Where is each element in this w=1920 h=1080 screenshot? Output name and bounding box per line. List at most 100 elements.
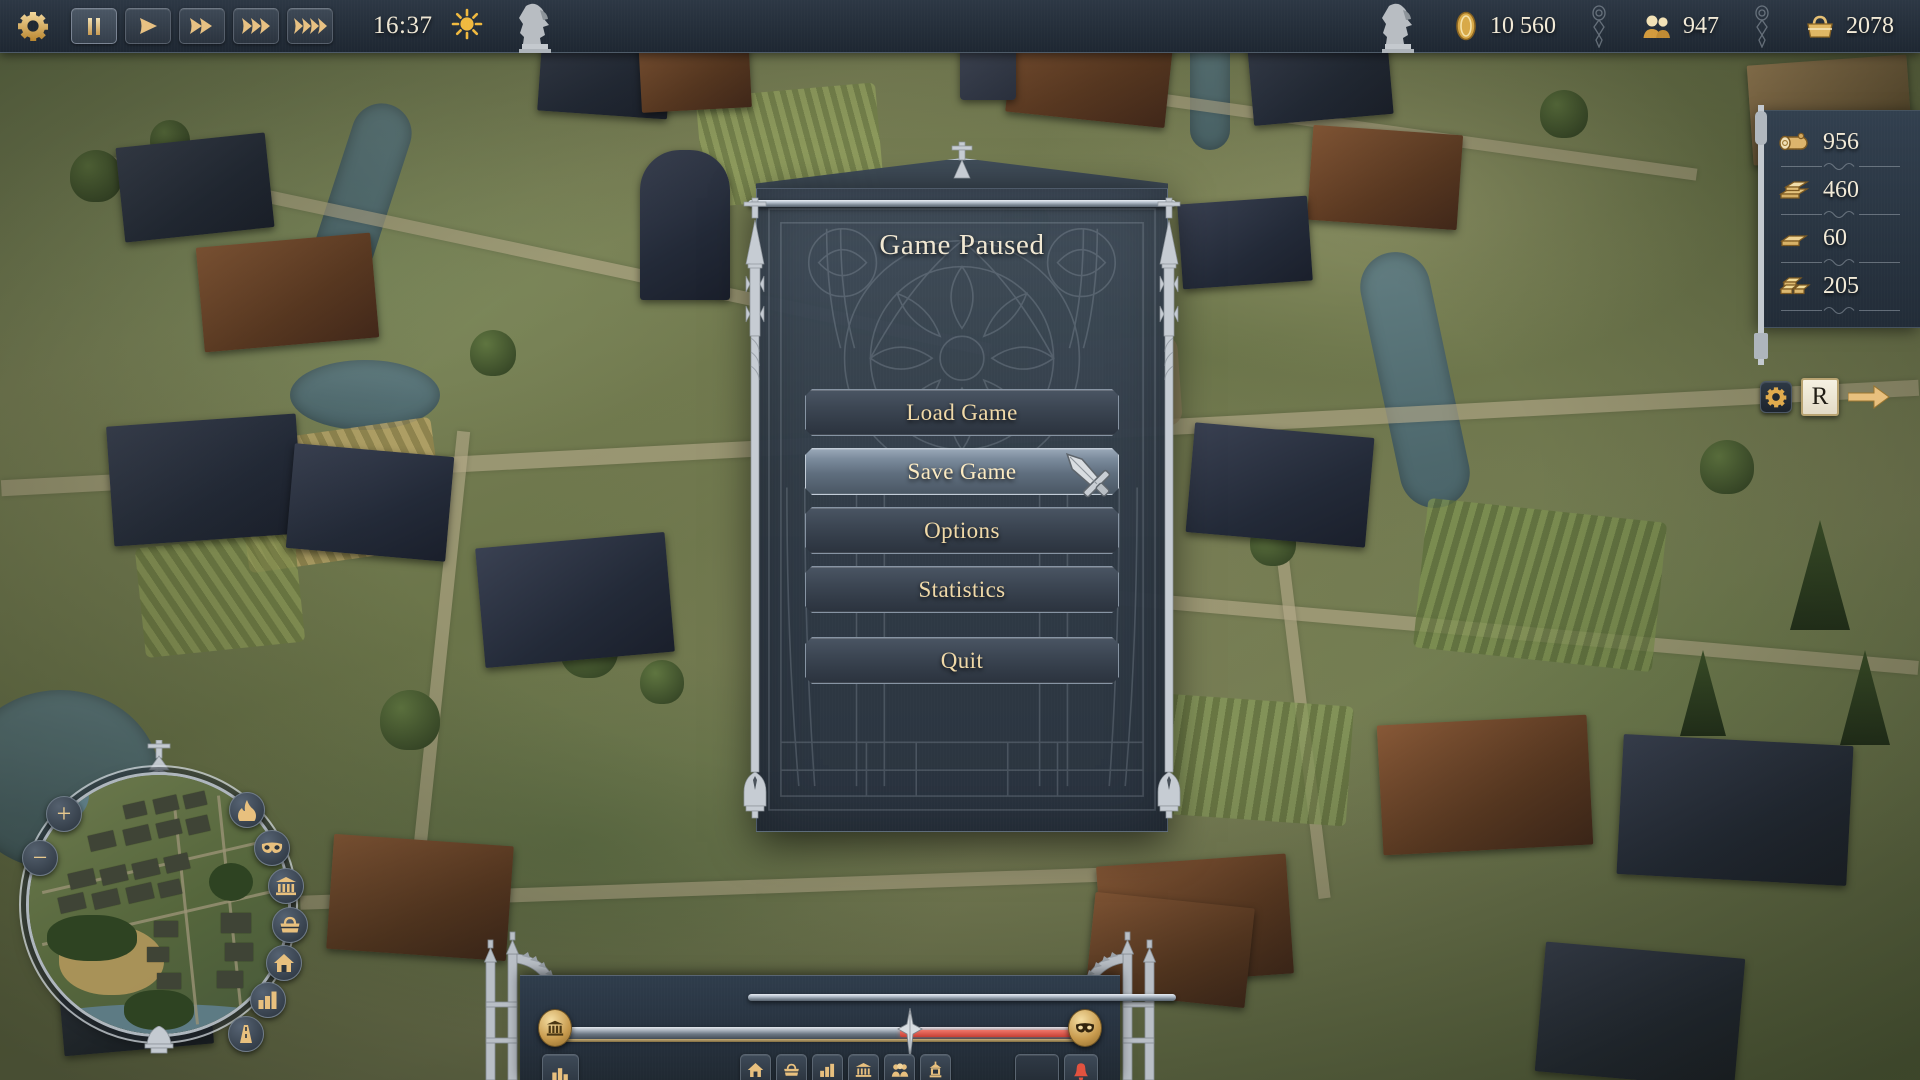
culture-layer-button[interactable] [268, 868, 304, 904]
sun-icon [452, 8, 483, 39]
industry-button[interactable] [812, 1054, 843, 1080]
pause-button[interactable] [71, 8, 117, 44]
minimap-trees [209, 863, 253, 901]
population-resource[interactable]: 947 [1616, 0, 1745, 52]
minimap-trees [124, 990, 194, 1030]
divider-flourish-icon [1781, 210, 1900, 218]
gargoyle-statue-icon [519, 3, 552, 53]
minimap-building [131, 858, 161, 880]
house-icon [274, 954, 294, 972]
people-icon [891, 1062, 908, 1077]
log-icon [1779, 132, 1808, 151]
statistics-chart-button[interactable] [542, 1054, 579, 1080]
bottom-center-icons [740, 1054, 951, 1080]
bar-chart-icon [820, 1063, 835, 1077]
pause-icon [88, 17, 100, 35]
divider-flourish-icon [1781, 162, 1900, 170]
resource-panel: 956 460 60 205 [1754, 105, 1920, 365]
save-game-label: Save Game [907, 458, 1017, 484]
minimap-zoom-in-button[interactable]: + [46, 796, 82, 832]
rotate-key-badge: R [1801, 378, 1839, 416]
gold-bars-value: 205 [1823, 272, 1859, 299]
roads-layer-button[interactable] [228, 1016, 264, 1052]
game-clock: 16:37 [373, 12, 433, 39]
temple-icon [276, 877, 296, 896]
mask-icon [261, 842, 283, 853]
housing-layer-button[interactable] [266, 945, 302, 981]
speed-2x-button[interactable] [179, 8, 225, 44]
settings-gear-button[interactable] [15, 8, 51, 44]
ingot-icon [1779, 235, 1809, 247]
statistics-button[interactable]: Statistics [805, 566, 1119, 613]
page-title: Game Paused [879, 229, 1045, 261]
basket-icon [280, 916, 300, 933]
load-game-button[interactable]: Load Game [805, 389, 1119, 436]
industry-layer-button[interactable] [250, 982, 286, 1018]
resource-row-planks[interactable]: 460 [1761, 173, 1920, 207]
gargoyle-statue-left [506, 0, 564, 53]
minimap-building [99, 864, 129, 886]
gear-icon [18, 12, 48, 41]
approval-slider-track[interactable] [555, 1027, 1085, 1039]
resource-row-gold-bars[interactable]: 205 [1761, 269, 1920, 303]
top-bar: 16:37 10 560 947 2078 [0, 0, 1920, 53]
resource-row-logs[interactable]: 956 [1761, 125, 1920, 159]
bell-alert-icon [1074, 1062, 1088, 1080]
goods-layer-button[interactable] [272, 907, 308, 943]
gold-resource[interactable]: 10 560 [1427, 0, 1582, 52]
ornament-divider [1745, 4, 1779, 48]
minimap-zoom-out-button[interactable]: − [22, 840, 58, 876]
pause-menu-list: Load Game Save Game Options Statistics Q… [805, 389, 1119, 696]
minimap-building [122, 800, 148, 820]
ornament-divider-icon [1592, 5, 1606, 48]
house-icon [747, 1062, 764, 1077]
pause-menu-dialog: Game Paused Load Game Save Game Options … [742, 140, 1182, 1001]
empty-slot-button[interactable] [1015, 1054, 1059, 1080]
quit-button[interactable]: Quit [805, 637, 1119, 684]
ingot-value: 60 [1823, 224, 1847, 251]
alert-bell-button[interactable] [1064, 1054, 1098, 1080]
goods-resource[interactable]: 2078 [1779, 0, 1920, 52]
minimap-building [67, 868, 97, 890]
bar-chart-icon [552, 1068, 568, 1080]
fast-forward-icon [190, 18, 212, 34]
population-button[interactable] [884, 1054, 915, 1080]
speed-4x-button[interactable] [287, 8, 333, 44]
minimap-building [225, 943, 253, 961]
ornament-divider [1582, 4, 1616, 48]
build-settings-button[interactable] [1760, 381, 1792, 413]
approval-left-token[interactable] [538, 1009, 572, 1047]
gear-icon [1765, 387, 1787, 408]
approval-slider-handle[interactable] [896, 1007, 924, 1061]
ornament-divider-icon [1755, 5, 1769, 48]
minimap-building [182, 790, 208, 810]
resource-row-ingot[interactable]: 60 [1761, 221, 1920, 255]
culture-button[interactable] [848, 1054, 879, 1080]
logs-value: 956 [1823, 128, 1859, 155]
minimap-trees [47, 915, 137, 961]
minimap-building [125, 882, 155, 904]
divider-flourish-icon [1781, 258, 1900, 266]
options-button[interactable]: Options [805, 507, 1119, 554]
speed-1x-button[interactable] [125, 8, 171, 44]
housing-button[interactable] [740, 1054, 771, 1080]
services-button[interactable] [920, 1054, 951, 1080]
minimap-building [91, 888, 121, 910]
crime-layer-button[interactable] [254, 830, 290, 866]
approval-right-token[interactable] [1068, 1009, 1102, 1047]
save-game-button[interactable]: Save Game [805, 448, 1119, 495]
factory-icon [258, 991, 277, 1009]
fire-layer-button[interactable] [229, 792, 265, 828]
minimap-building [122, 824, 152, 846]
resource-divider [1761, 159, 1920, 173]
gold-bars-icon [1779, 277, 1811, 295]
speed-3x-button[interactable] [233, 8, 279, 44]
goods-button[interactable] [776, 1054, 807, 1080]
fire-icon [238, 800, 256, 821]
arrow-right-icon [1848, 385, 1890, 409]
minimap-building [221, 913, 251, 933]
minimap-building [217, 971, 243, 988]
minimap-building [87, 830, 117, 852]
planks-value: 460 [1823, 176, 1859, 203]
game-speed-controls [71, 8, 333, 44]
